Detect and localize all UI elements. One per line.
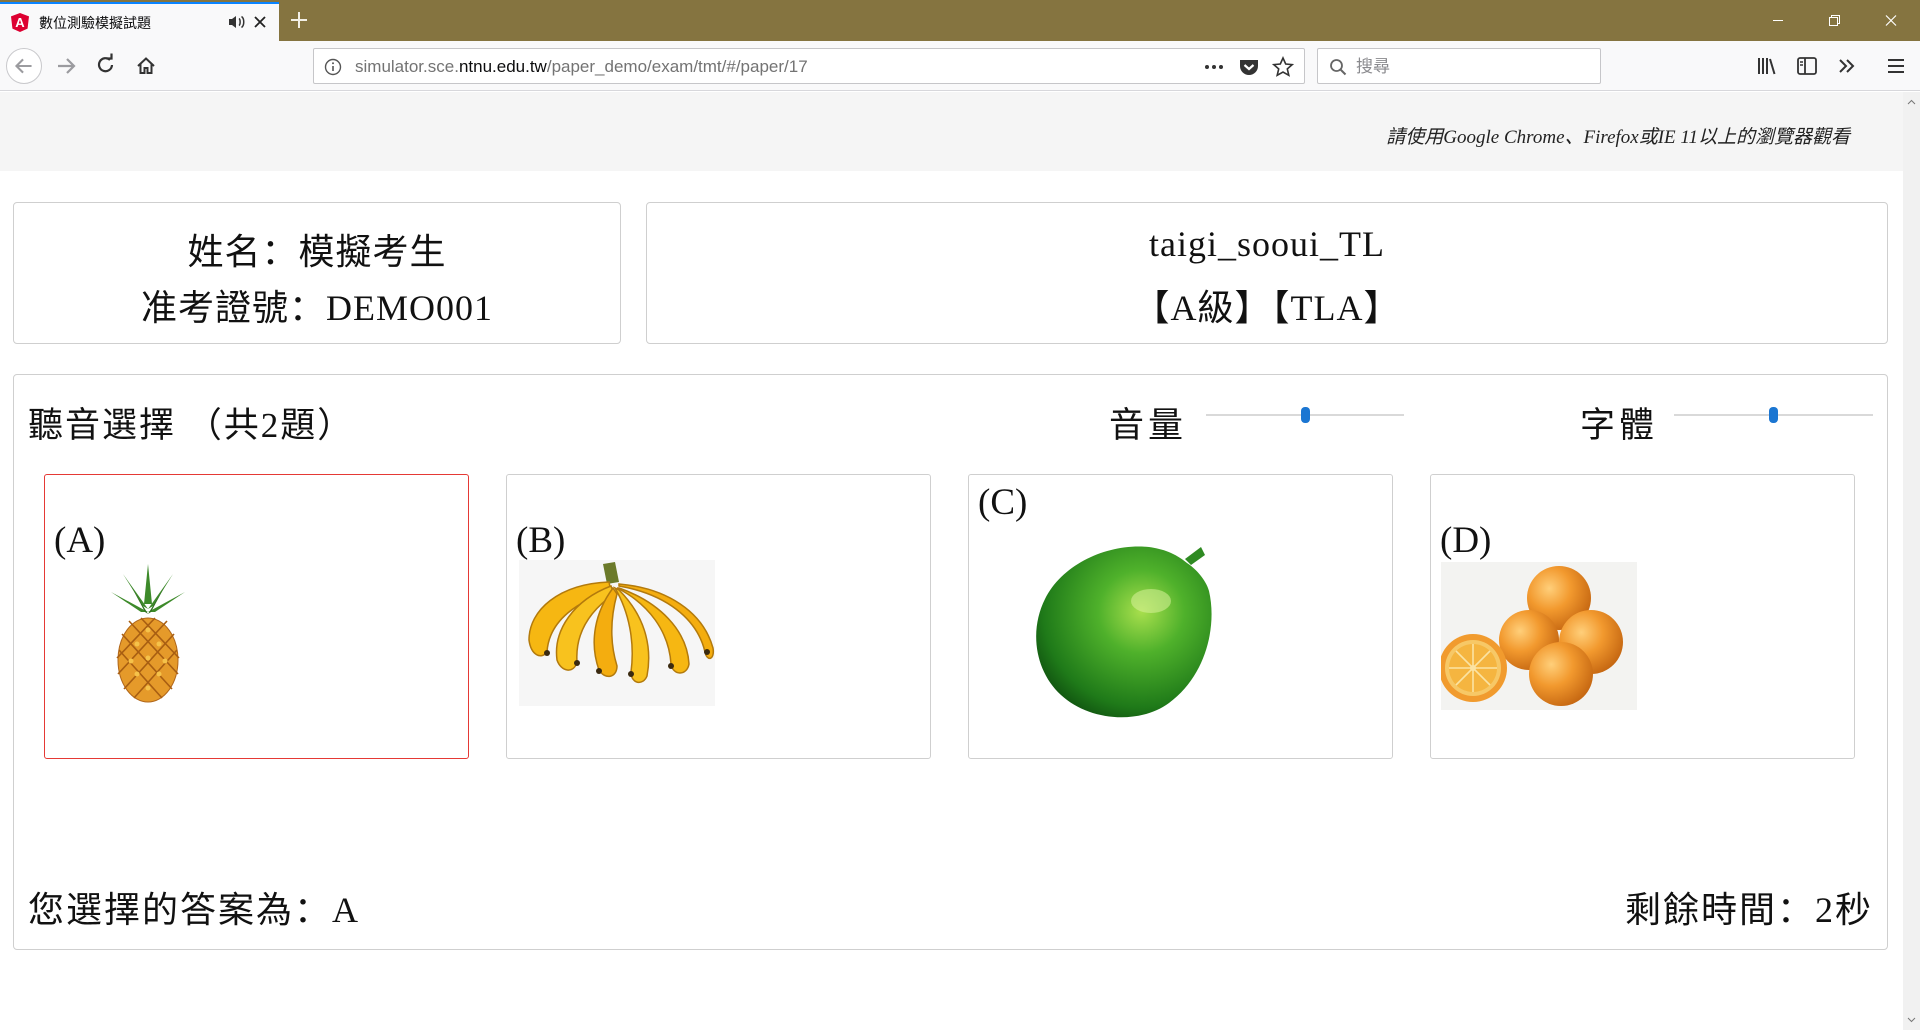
vertical-scrollbar[interactable] <box>1903 92 1920 1030</box>
restore-icon[interactable] <box>1812 0 1858 41</box>
option-a-label: (A) <box>54 520 106 561</box>
exam-info-card: taigi_sooui_TL 【A級】【TLA】 <box>646 202 1888 344</box>
url-text[interactable]: simulator.sce.ntnu.edu.tw/paper_demo/exa… <box>355 57 808 77</box>
font-size-slider[interactable] <box>1674 407 1873 423</box>
option-d-label: (D) <box>1440 520 1492 561</box>
search-bar[interactable] <box>1317 48 1601 84</box>
library-icon[interactable] <box>1754 53 1780 79</box>
tab-title: 數位測驗模擬試題 <box>39 16 151 32</box>
title-bar: A 數位測驗模擬試題 <box>0 0 1920 41</box>
lime-image <box>1036 546 1212 718</box>
hamburger-menu-icon[interactable] <box>1883 53 1909 79</box>
browser-notice: 請使用Google Chrome、Firefox或IE 11以上的瀏覽器觀看 <box>1386 127 1850 148</box>
search-icon <box>1330 59 1347 76</box>
remaining-time: 剩餘時間：2秒 <box>1624 890 1873 930</box>
new-tab-icon[interactable] <box>286 7 312 33</box>
selected-answer: 您選擇的答案為：A <box>28 890 360 930</box>
option-b[interactable]: (B) <box>506 474 931 759</box>
exam-code: taigi_sooui_TL <box>1149 224 1385 264</box>
option-a[interactable]: (A) <box>44 474 469 759</box>
volume-label: 音量 <box>1109 406 1188 445</box>
volume-slider-thumb[interactable] <box>1301 407 1310 423</box>
option-c-label: (C) <box>978 482 1028 523</box>
page-viewport: 請使用Google Chrome、Firefox或IE 11以上的瀏覽器觀看 姓… <box>0 92 1920 1030</box>
minimize-icon[interactable] <box>1755 0 1801 41</box>
option-d[interactable]: (D) <box>1430 474 1855 759</box>
header-banner: 請使用Google Chrome、Firefox或IE 11以上的瀏覽器觀看 <box>0 92 1903 171</box>
candidate-info-card: 姓名：模擬考生 准考證號：DEMO001 <box>13 202 621 344</box>
angular-favicon-icon: A <box>11 13 29 32</box>
chevron-double-right-icon[interactable] <box>1834 53 1860 79</box>
address-bar[interactable]: simulator.sce.ntnu.edu.tw/paper_demo/exa… <box>313 48 1305 84</box>
search-input[interactable] <box>1356 56 1592 78</box>
forward-arrow-icon[interactable] <box>48 48 84 84</box>
option-c[interactable]: (C) <box>968 474 1393 759</box>
info-icon[interactable] <box>324 58 342 76</box>
bookmark-star-icon[interactable] <box>1272 56 1294 78</box>
sidebar-icon[interactable] <box>1794 53 1820 79</box>
more-actions-icon[interactable] <box>1202 57 1226 77</box>
question-card: 聽音選擇 （共2題） 音量 字體 (A) (B) (C) (D) 您選擇的答案為… <box>13 374 1888 950</box>
font-size-label: 字體 <box>1580 406 1659 445</box>
oranges-image <box>1441 562 1637 710</box>
home-icon[interactable] <box>128 48 164 84</box>
pineapple-image <box>111 564 185 703</box>
option-b-label: (B) <box>516 520 566 561</box>
volume-slider[interactable] <box>1206 407 1404 423</box>
navigation-bar: simulator.sce.ntnu.edu.tw/paper_demo/exa… <box>0 41 1920 91</box>
question-title: 聽音選擇 （共2題） <box>28 406 355 445</box>
candidate-name: 姓名：模擬考生 <box>187 232 447 272</box>
scroll-down-icon[interactable] <box>1907 1015 1916 1024</box>
close-tab-icon[interactable] <box>250 12 270 32</box>
exam-level: 【A級】【TLA】 <box>1133 288 1401 328</box>
window-close-icon[interactable] <box>1868 0 1914 41</box>
url-path: /paper_demo/exam/tmt/#/paper/17 <box>546 57 808 76</box>
banana-image <box>519 560 715 706</box>
reload-icon[interactable] <box>88 48 124 84</box>
url-prefix: simulator.sce. <box>355 57 459 76</box>
pocket-icon[interactable] <box>1238 57 1260 77</box>
font-slider-thumb[interactable] <box>1769 407 1778 423</box>
scroll-up-icon[interactable] <box>1907 98 1916 107</box>
back-arrow-icon[interactable] <box>6 48 42 84</box>
url-domain: ntnu.edu.tw <box>458 57 547 76</box>
speaker-icon[interactable] <box>226 12 246 32</box>
candidate-id: 准考證號：DEMO001 <box>141 288 493 328</box>
browser-tab[interactable]: A 數位測驗模擬試題 <box>0 2 279 41</box>
